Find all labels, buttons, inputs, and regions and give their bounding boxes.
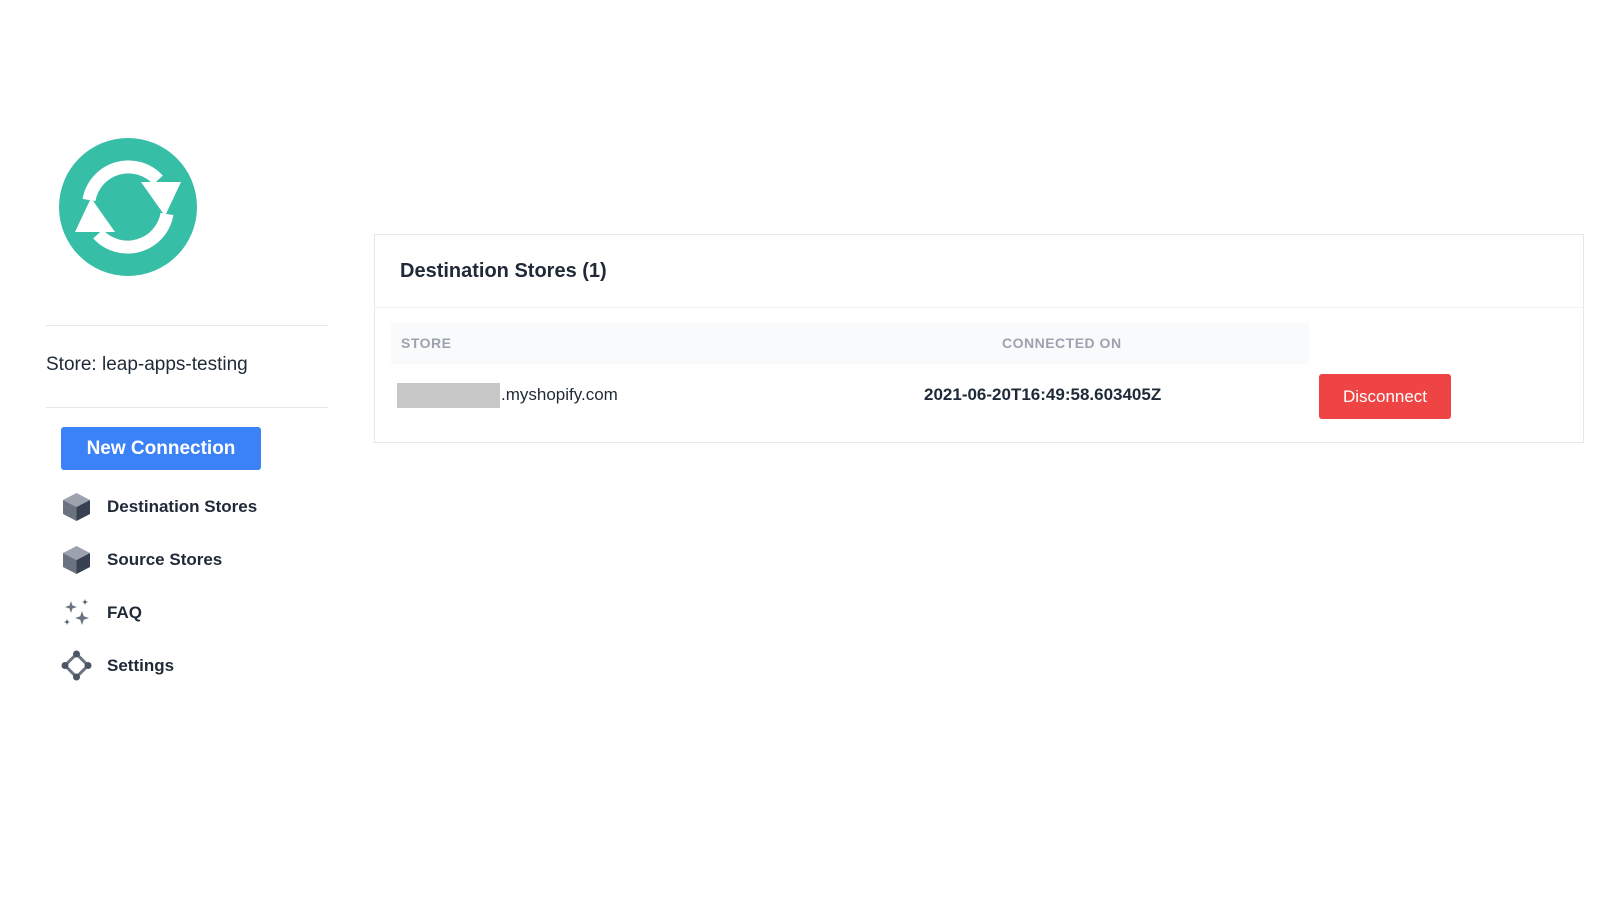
box-icon (61, 544, 92, 575)
sidebar-item-label: FAQ (107, 602, 142, 622)
column-header-store: STORE (401, 335, 452, 351)
current-store-label: Store: leap-apps-testing (46, 354, 248, 375)
sidebar-divider-top (46, 325, 328, 326)
diamond-nodes-icon (61, 650, 92, 681)
table-row: .myshopify.com 2021-06-20T16:49:58.60340… (391, 367, 1571, 429)
sync-arrows-icon (59, 138, 197, 276)
box-icon (61, 491, 92, 522)
app-page: Store: leap-apps-testing New Connection … (0, 0, 1600, 900)
table-header: STORE CONNECTED ON (391, 323, 1309, 364)
sidebar-item-faq[interactable]: FAQ (61, 586, 321, 639)
sidebar-item-destination-stores[interactable]: Destination Stores (61, 480, 321, 533)
sidebar-item-label: Destination Stores (107, 496, 258, 516)
destination-stores-card: Destination Stores (1) STORE CONNECTED O… (374, 234, 1584, 443)
sidebar-item-label: Source Stores (107, 549, 223, 569)
redacted-store-name (397, 383, 500, 408)
new-connection-button[interactable]: New Connection (61, 427, 261, 470)
column-header-connected-on: CONNECTED ON (1002, 335, 1122, 351)
sidebar-item-settings[interactable]: Settings (61, 639, 321, 692)
sidebar-item-label: Settings (107, 655, 175, 675)
connected-on-value: 2021-06-20T16:49:58.603405Z (924, 385, 1162, 404)
sidebar-item-source-stores[interactable]: Source Stores (61, 533, 321, 586)
sparkles-icon (61, 597, 92, 628)
card-title: Destination Stores (1) (400, 260, 607, 282)
card-header: Destination Stores (1) (375, 235, 1583, 308)
sidebar-divider-bottom (46, 407, 328, 408)
store-domain: .myshopify.com (501, 385, 618, 404)
sidebar-nav: Destination Stores Source Stores FAQ Set… (61, 480, 321, 692)
app-logo (59, 138, 197, 276)
disconnect-button[interactable]: Disconnect (1319, 374, 1451, 419)
